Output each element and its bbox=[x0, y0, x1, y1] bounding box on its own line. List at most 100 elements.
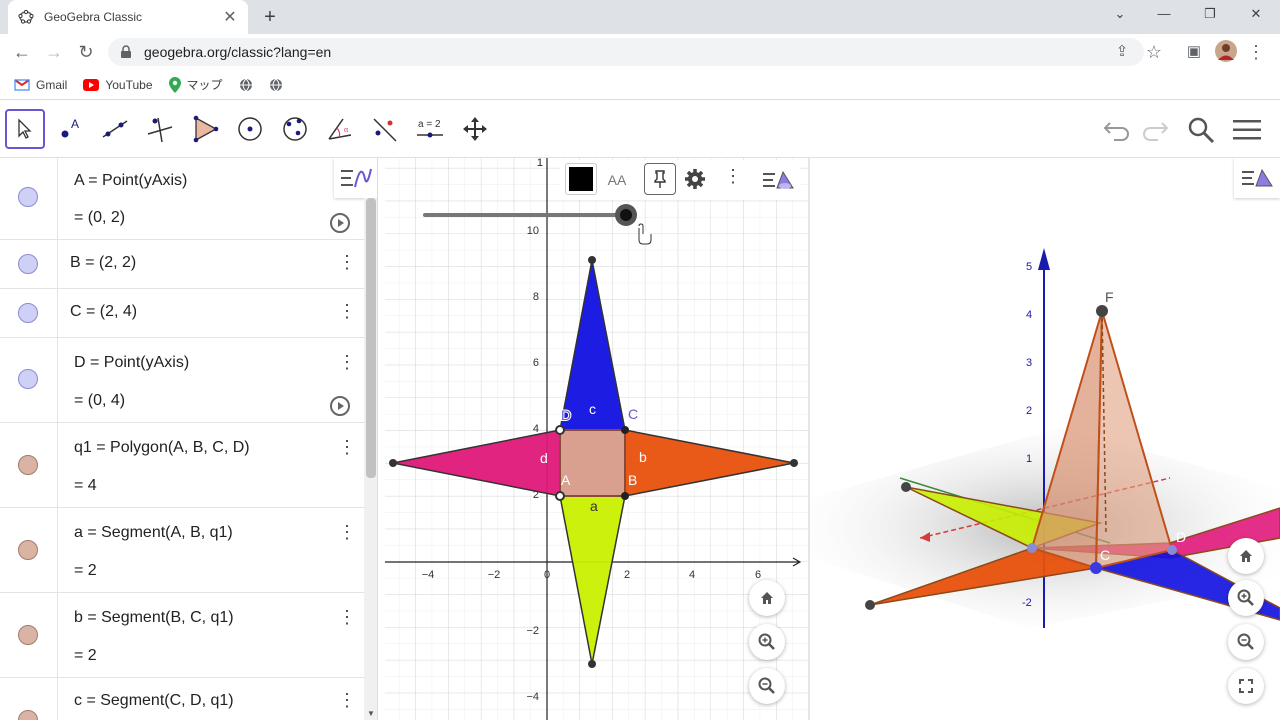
bookmark-star-icon[interactable]: ☆ bbox=[1142, 40, 1166, 64]
label-A: A bbox=[561, 472, 571, 488]
circle-tool[interactable] bbox=[230, 109, 270, 149]
more-options-icon[interactable]: ⋮ bbox=[338, 691, 356, 709]
more-options-icon[interactable]: ⋮ bbox=[338, 253, 356, 271]
restore-icon[interactable]: ❐ bbox=[1198, 6, 1222, 26]
circle-three-points-tool[interactable] bbox=[275, 109, 315, 149]
more-options-icon[interactable]: ⋮ bbox=[338, 438, 356, 456]
graphics-3d-view-menu[interactable] bbox=[1234, 158, 1280, 198]
zoom-in-button[interactable] bbox=[749, 624, 785, 660]
color-picker[interactable] bbox=[565, 163, 597, 195]
algebra-row-D[interactable]: D = Point(yAxis) = (0, 4) ⋮ bbox=[0, 338, 364, 423]
point-D[interactable] bbox=[555, 425, 565, 435]
search-icon[interactable] bbox=[1184, 113, 1218, 147]
main-menu-icon[interactable] bbox=[1230, 113, 1264, 147]
point-tool[interactable]: A bbox=[50, 109, 90, 149]
undo-icon[interactable] bbox=[1100, 113, 1134, 147]
slider-tool[interactable]: a = 2 bbox=[410, 109, 450, 149]
settings-button[interactable] bbox=[680, 164, 710, 194]
zoom-out-3d-button[interactable] bbox=[1228, 624, 1264, 660]
graphics-3d-view[interactable]: 5 4 3 2 1 -2 F D C bbox=[810, 158, 1280, 720]
algebra-row-b[interactable]: b = Segment(B, C, q1) = 2 ⋮ bbox=[0, 593, 364, 678]
graphics-view[interactable]: 1 −4 −2 0 2 4 6 10 8 6 4 2 −2 −4 D C A B… bbox=[385, 158, 808, 720]
pin-toggle[interactable] bbox=[644, 163, 676, 195]
algebra-row-C[interactable]: C = (2, 4) ⋮ bbox=[0, 289, 364, 338]
visibility-toggle[interactable] bbox=[18, 187, 38, 207]
graphics-view-menu[interactable] bbox=[760, 164, 796, 196]
star-vertex-left[interactable] bbox=[389, 459, 397, 467]
star-vertex-bottom[interactable] bbox=[588, 660, 596, 668]
bookmark-maps[interactable]: マップ bbox=[168, 76, 223, 93]
move-tool[interactable] bbox=[5, 109, 45, 149]
url-field[interactable]: geogebra.org/classic?lang=en bbox=[108, 38, 1144, 66]
algebra-scrollbar[interactable]: ▼ bbox=[364, 198, 377, 720]
scrollbar-thumb[interactable] bbox=[366, 198, 376, 478]
reflect-tool[interactable] bbox=[365, 109, 405, 149]
more-style-options-icon[interactable]: ⋮ bbox=[724, 166, 742, 187]
more-options-icon[interactable]: ⋮ bbox=[338, 353, 356, 371]
forward-icon[interactable]: → bbox=[42, 40, 66, 64]
more-options-icon[interactable]: ⋮ bbox=[338, 608, 356, 626]
back-icon[interactable]: ← bbox=[10, 40, 34, 64]
graphics-canvas[interactable]: 1 −4 −2 0 2 4 6 10 8 6 4 2 −2 −4 D C A B… bbox=[385, 158, 808, 720]
star-vertex-3d[interactable] bbox=[901, 482, 911, 492]
algebra-row-B[interactable]: B = (2, 2) ⋮ bbox=[0, 240, 364, 289]
algebra-row-q1[interactable]: q1 = Polygon(A, B, C, D) = 4 ⋮ bbox=[0, 423, 364, 508]
graphics-3d-canvas[interactable]: 5 4 3 2 1 -2 F D C bbox=[810, 158, 1280, 720]
pyramid-face-right[interactable] bbox=[1094, 310, 1174, 570]
point-D-3d[interactable] bbox=[1167, 545, 1177, 555]
algebra-row-c[interactable]: c = Segment(C, D, q1) ⋮ bbox=[0, 678, 364, 720]
chrome-menu-icon[interactable]: ⋮ bbox=[1244, 40, 1268, 64]
new-tab-icon[interactable]: + bbox=[258, 5, 282, 29]
point-A-3d[interactable] bbox=[1027, 543, 1037, 553]
more-options-icon[interactable]: ⋮ bbox=[338, 523, 356, 541]
tab-search-icon[interactable]: ⌄ bbox=[1108, 6, 1132, 26]
profile-avatar[interactable] bbox=[1214, 40, 1238, 64]
star-vertex-top[interactable] bbox=[588, 256, 596, 264]
text-style-button[interactable]: AA bbox=[602, 166, 632, 194]
visibility-toggle[interactable] bbox=[18, 369, 38, 389]
star-vertex-3d[interactable] bbox=[865, 600, 875, 610]
star-vertex-right[interactable] bbox=[790, 459, 798, 467]
visibility-toggle[interactable] bbox=[18, 625, 38, 645]
tab-close-icon[interactable]: ✕ bbox=[222, 7, 238, 27]
play-animation-icon[interactable] bbox=[330, 396, 350, 416]
bookmark-globe-2[interactable] bbox=[269, 78, 283, 92]
bookmark-gmail[interactable]: Gmail bbox=[14, 78, 67, 92]
scroll-down-icon[interactable]: ▼ bbox=[367, 709, 375, 718]
algebra-row-A[interactable]: A = Point(yAxis) = (0, 2) bbox=[0, 158, 364, 240]
visibility-toggle[interactable] bbox=[18, 455, 38, 475]
reload-icon[interactable]: ↻ bbox=[74, 40, 98, 64]
visibility-toggle[interactable] bbox=[18, 303, 38, 323]
share-icon[interactable]: ⇪ bbox=[1110, 40, 1134, 64]
point-A[interactable] bbox=[555, 491, 565, 501]
redo-icon[interactable] bbox=[1138, 113, 1172, 147]
visibility-toggle[interactable] bbox=[18, 710, 38, 720]
close-window-icon[interactable]: ✕ bbox=[1244, 6, 1268, 26]
point-C[interactable] bbox=[621, 426, 629, 434]
slider-tool-label: a = 2 bbox=[418, 119, 441, 130]
bookmark-globe-1[interactable] bbox=[239, 78, 253, 92]
side-panel-icon[interactable]: ▣ bbox=[1182, 40, 1206, 64]
perpendicular-tool[interactable] bbox=[140, 109, 180, 149]
point-F-3d[interactable] bbox=[1096, 305, 1108, 317]
home-view-3d-button[interactable] bbox=[1228, 538, 1264, 574]
visibility-toggle[interactable] bbox=[18, 540, 38, 560]
zoom-in-3d-button[interactable] bbox=[1228, 580, 1264, 616]
play-animation-icon[interactable] bbox=[330, 213, 350, 233]
point-C-3d[interactable] bbox=[1090, 562, 1102, 574]
minimize-icon[interactable]: — bbox=[1152, 6, 1176, 26]
visibility-toggle[interactable] bbox=[18, 254, 38, 274]
bookmark-youtube[interactable]: YouTube bbox=[83, 78, 153, 92]
zoom-out-button[interactable] bbox=[749, 668, 785, 704]
angle-tool[interactable]: α bbox=[320, 109, 360, 149]
browser-tab[interactable]: GeoGebra Classic ✕ bbox=[8, 0, 248, 34]
more-options-icon[interactable]: ⋮ bbox=[338, 302, 356, 320]
move-graphics-tool[interactable] bbox=[455, 109, 495, 149]
line-tool[interactable] bbox=[95, 109, 135, 149]
fullscreen-3d-button[interactable] bbox=[1228, 668, 1264, 704]
polygon-tool[interactable] bbox=[185, 109, 225, 149]
home-view-button[interactable] bbox=[749, 580, 785, 616]
graphics-3d-toggle-icon bbox=[763, 170, 794, 189]
algebra-row-a[interactable]: a = Segment(A, B, q1) = 2 ⋮ bbox=[0, 508, 364, 593]
point-B[interactable] bbox=[621, 492, 629, 500]
